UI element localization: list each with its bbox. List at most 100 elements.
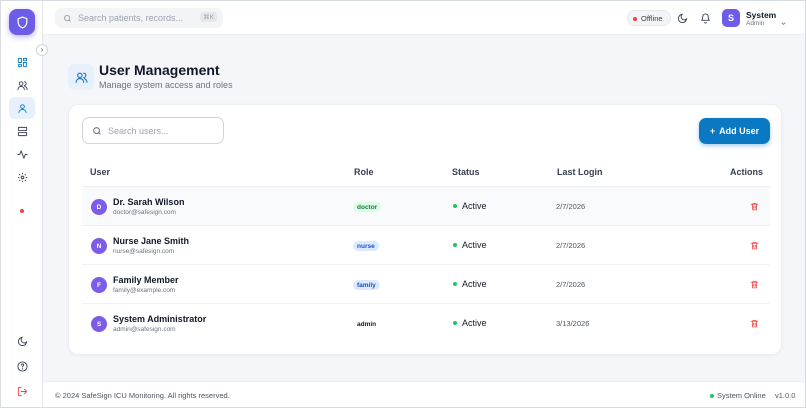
users-icon: [75, 72, 87, 83]
table-row[interactable]: F Family Member family@example.com famil…: [82, 264, 770, 303]
role-badge: nurse: [353, 241, 379, 251]
server-icon: [17, 126, 27, 136]
sidebar-item-monitoring[interactable]: [9, 143, 35, 165]
sidebar-item-users[interactable]: [9, 97, 35, 119]
table-row[interactable]: D Dr. Sarah Wilson doctor@safesign.com d…: [82, 186, 770, 225]
trash-icon: [750, 241, 758, 249]
user-menu-button[interactable]: [780, 14, 787, 32]
sidebar: [1, 1, 43, 407]
moon-icon: [17, 336, 27, 346]
column-header-actions: Actions: [730, 167, 764, 177]
delete-user-button[interactable]: [748, 200, 760, 212]
users-card: + Add User User Role Status Last Login A…: [68, 104, 782, 355]
user-avatar[interactable]: S: [722, 9, 740, 27]
status-indicator: Active: [453, 318, 487, 328]
shield-icon: [17, 15, 27, 29]
last-login: 2/7/2026: [556, 202, 586, 211]
add-user-button[interactable]: + Add User: [699, 118, 770, 144]
dashboard-icon: [17, 57, 27, 67]
global-search[interactable]: ⌘K: [55, 8, 223, 28]
user-search-input[interactable]: [108, 125, 218, 136]
global-search-input[interactable]: [78, 13, 188, 23]
status-dot: [453, 321, 457, 325]
user-email: nurse@safesign.com: [113, 248, 175, 255]
user-name: Nurse Jane Smith: [113, 236, 190, 246]
chevron-down-icon: [781, 22, 786, 25]
status-indicator: Active: [453, 240, 487, 250]
last-login: 2/7/2026: [556, 280, 586, 289]
sidebar-item-help[interactable]: [9, 355, 35, 377]
column-header-last-login: Last Login: [557, 167, 603, 177]
status-dot: [453, 243, 457, 247]
offline-dot: [633, 17, 637, 21]
sidebar-item-dashboard[interactable]: [9, 51, 35, 73]
role-badge: doctor: [353, 202, 382, 212]
trash-icon: [750, 202, 758, 210]
footer: © 2024 SafeSign ICU Monitoring. All righ…: [43, 381, 805, 407]
connection-status-badge: Offline: [627, 10, 671, 26]
logout-icon: [17, 386, 27, 396]
status-label: Active: [462, 279, 487, 289]
connection-status-label: Offline: [641, 13, 663, 23]
settings-icon: [17, 172, 27, 182]
system-status: System Online: [710, 391, 766, 400]
user-search[interactable]: [82, 117, 224, 144]
sidebar-collapse-button[interactable]: [36, 44, 48, 56]
user-avatar: N: [91, 238, 107, 254]
user-role: Admin: [746, 20, 765, 27]
page-subtitle: Manage system access and roles: [99, 80, 233, 90]
sidebar-item-settings[interactable]: [9, 166, 35, 188]
table-row[interactable]: N Nurse Jane Smith nurse@safesign.com nu…: [82, 225, 770, 264]
chevron-right-icon: [40, 48, 44, 52]
user-email: admin@safesign.com: [113, 326, 176, 333]
plus-icon: +: [709, 126, 716, 136]
online-dot: [710, 393, 714, 398]
user-email: doctor@safesign.com: [113, 209, 176, 216]
delete-user-button[interactable]: [748, 239, 760, 251]
help-icon: [16, 360, 28, 372]
page-title: User Management: [99, 62, 220, 78]
copyright-text: © 2024 SafeSign ICU Monitoring. All righ…: [55, 391, 230, 400]
sidebar-item-logout[interactable]: [9, 380, 35, 402]
trash-icon: [750, 280, 758, 288]
status-indicator: Active: [453, 279, 487, 289]
column-header-user: User: [90, 167, 111, 177]
last-login: 2/7/2026: [556, 241, 586, 250]
column-header-status: Status: [452, 167, 480, 177]
page-icon: [68, 64, 94, 90]
activity-icon: [16, 149, 28, 159]
system-status-label: System Online: [717, 391, 766, 400]
user-name: System: [746, 10, 777, 20]
delete-user-button[interactable]: [748, 278, 760, 290]
status-dot: [453, 204, 457, 208]
sidebar-item-devices[interactable]: [9, 120, 35, 142]
status-label: Active: [462, 240, 487, 250]
sidebar-item-patients[interactable]: [9, 74, 35, 96]
users-icon: [16, 80, 28, 90]
trash-icon: [750, 319, 758, 327]
user-avatar: D: [91, 199, 107, 215]
user-icon: [17, 103, 27, 113]
version-label: v1.0.0: [775, 391, 796, 400]
user-avatar: S: [91, 316, 107, 332]
column-header-role: Role: [354, 167, 374, 177]
top-bar: ⌘K Offline S System Admin: [43, 1, 805, 35]
table-row[interactable]: S System Administrator admin@safesign.co…: [82, 303, 770, 342]
bell-icon: [700, 13, 710, 24]
notifications-button[interactable]: [698, 11, 712, 25]
user-name: Dr. Sarah Wilson: [113, 197, 185, 207]
status-label: Active: [462, 201, 487, 211]
role-badge: family: [353, 280, 380, 290]
user-email: family@example.com: [113, 287, 176, 294]
app-logo[interactable]: [9, 9, 35, 35]
theme-toggle[interactable]: [675, 11, 689, 25]
user-name: System Administrator: [113, 314, 207, 324]
delete-user-button[interactable]: [748, 317, 760, 329]
user-avatar: F: [91, 277, 107, 293]
last-login: 3/13/2026: [556, 319, 590, 328]
status-dot: [453, 282, 457, 286]
search-icon: [64, 14, 71, 22]
user-name: Family Member: [113, 275, 179, 285]
sidebar-item-theme[interactable]: [9, 330, 35, 352]
status-label: Active: [462, 318, 487, 328]
